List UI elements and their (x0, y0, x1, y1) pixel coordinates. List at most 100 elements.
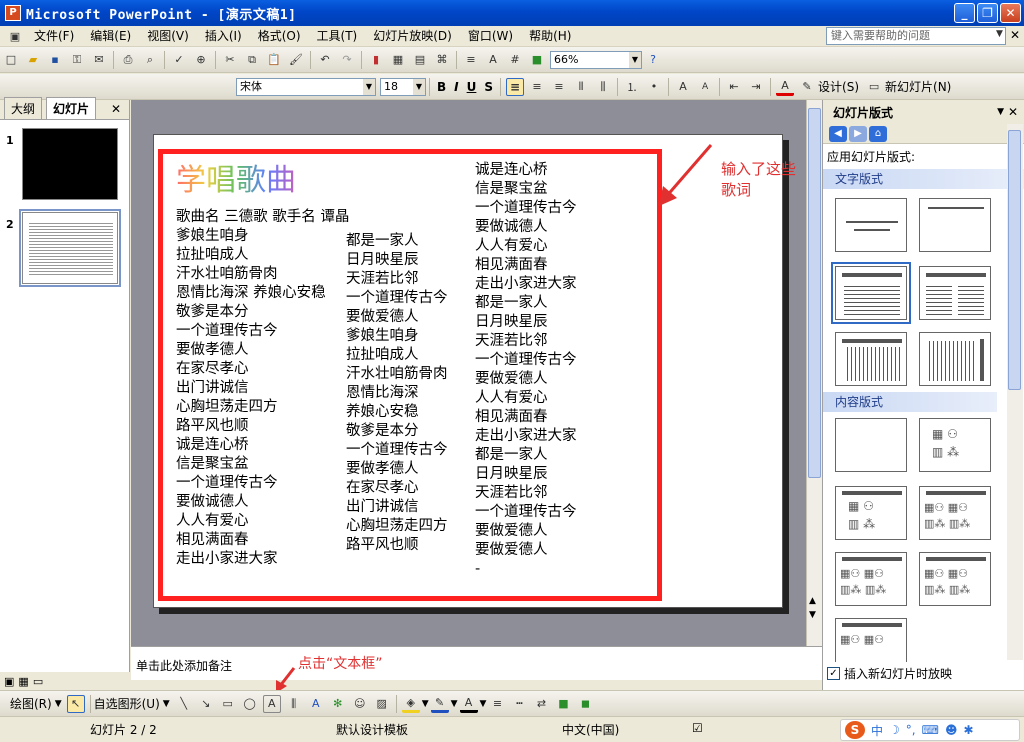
close-button[interactable]: ✕ (1000, 3, 1021, 23)
prev-slide-icon[interactable]: ▲ (809, 596, 816, 606)
help-search-input[interactable]: 键入需要帮助的问题 (826, 27, 1006, 45)
menu-window[interactable]: 窗口(W) (460, 26, 521, 47)
pane-close-icon[interactable]: ✕ (111, 102, 121, 116)
print-preview-icon[interactable]: ⌕ (141, 51, 159, 69)
layout-title-content[interactable]: ▦ ⚇ ▥ ⁂ (835, 486, 907, 540)
show-formatting-icon[interactable]: A (484, 51, 502, 69)
paste-icon[interactable]: 📋 (265, 51, 283, 69)
menu-slideshow[interactable]: 幻灯片放映(D) (365, 26, 460, 47)
distribute-icon[interactable]: ⫴ (572, 78, 590, 96)
sogou-ime-icon[interactable]: S (845, 721, 865, 739)
wordart-icon[interactable]: A (307, 695, 325, 713)
shadow-button[interactable]: S (480, 80, 497, 94)
slide-thumbnail-1[interactable] (22, 128, 118, 200)
layout-title-content-text[interactable]: ▦⚇ ▦⚇ ▥⁂ ▥⁂ (835, 552, 907, 606)
zoom-select[interactable]: 66% ▼ (550, 50, 642, 69)
text-direction-icon[interactable]: ⫼ (594, 78, 612, 96)
task-pane-dropdown-icon[interactable]: ▼ (997, 107, 1004, 117)
layout-title-slide[interactable] (835, 198, 907, 252)
decrease-font-icon[interactable]: A (696, 78, 714, 96)
tab-slides[interactable]: 幻灯片 (46, 97, 97, 119)
draw-dropdown-icon[interactable]: ▼ (55, 699, 62, 709)
design-button[interactable]: 设计(S) (818, 78, 859, 95)
text-color-icon[interactable]: A (459, 695, 478, 713)
layout-title-four-content[interactable]: ▦⚇ ▦⚇ ▥⁂ ▥⁂ (919, 552, 991, 606)
menu-insert[interactable]: 插入(I) (197, 26, 250, 47)
permission-icon[interactable]: ⚿ (68, 51, 86, 69)
help-icon[interactable]: ? (644, 51, 662, 69)
diagram-icon[interactable]: ✻ (329, 695, 347, 713)
slide-sorter-icon[interactable]: ▦ (18, 675, 28, 688)
help-dropdown-icon[interactable]: ▼ (996, 29, 1006, 39)
email-icon[interactable]: ✉ (90, 51, 108, 69)
fill-color-icon[interactable]: ◈ (401, 695, 420, 713)
insert-table-icon[interactable]: ▦ (389, 51, 407, 69)
design-icon[interactable]: ✎ (798, 78, 816, 96)
increase-font-icon[interactable]: A (674, 78, 692, 96)
scroll-thumb[interactable] (808, 108, 821, 478)
task-pane-close-icon[interactable]: ✕ (1008, 105, 1018, 119)
line-color-dropdown-icon[interactable]: ▼ (451, 699, 458, 709)
new-slide-icon[interactable]: ▭ (865, 78, 883, 96)
expand-all-icon[interactable]: ≡ (462, 51, 480, 69)
font-color-icon[interactable]: A (776, 78, 795, 96)
layout-title-two-content[interactable]: ▦⚇ ▦⚇ ▥⁂ ▥⁂ (919, 486, 991, 540)
line-style-icon[interactable]: ≡ (488, 695, 506, 713)
home-icon[interactable]: ⌂ (869, 125, 887, 142)
task-pane-scrollbar[interactable] (1007, 124, 1023, 660)
dash-style-icon[interactable]: ┅ (510, 695, 528, 713)
align-center-icon[interactable]: ≡ (528, 78, 546, 96)
insert-chart-icon[interactable]: ▮ (367, 51, 385, 69)
print-icon[interactable]: ⎙ (119, 51, 137, 69)
text-color-dropdown-icon[interactable]: ▼ (480, 699, 487, 709)
undo-icon[interactable]: ↶ (316, 51, 334, 69)
font-select[interactable]: 宋体 ▼ (236, 77, 376, 96)
forward-icon[interactable]: ▶ (849, 125, 867, 142)
picture-icon[interactable]: ▨ (373, 695, 391, 713)
copy-icon[interactable]: ⧉ (243, 51, 261, 69)
save-icon[interactable]: ▪ (46, 51, 64, 69)
decrease-indent-icon[interactable]: ⇤ (725, 78, 743, 96)
arrow-style-icon[interactable]: ⇄ (532, 695, 550, 713)
restore-button[interactable]: ❐ (977, 3, 998, 23)
layout-two-column-text[interactable] (919, 266, 991, 320)
user-icon[interactable]: ☻ (945, 723, 958, 737)
rectangle-icon[interactable]: ▭ (219, 695, 237, 713)
open-icon[interactable]: ▰ (24, 51, 42, 69)
textbox-icon[interactable]: A (262, 694, 281, 713)
show-on-insert-checkbox[interactable]: ✓ (827, 667, 840, 680)
draw-menu-button[interactable]: 绘图(R) (10, 695, 52, 712)
new-icon[interactable]: □ (2, 51, 20, 69)
3d-style-icon[interactable]: ◼ (576, 695, 594, 713)
oval-icon[interactable]: ◯ (241, 695, 259, 713)
increase-indent-icon[interactable]: ⇥ (747, 78, 765, 96)
normal-view-icon[interactable]: ▣ (4, 675, 14, 688)
clipart-icon[interactable]: ☺ (351, 695, 369, 713)
autoshapes-dropdown-icon[interactable]: ▼ (163, 699, 170, 709)
tables-borders-icon[interactable]: ▤ (411, 51, 429, 69)
layout-title-only[interactable] (919, 198, 991, 252)
slide-vertical-scrollbar[interactable]: ▲ ▼ (806, 100, 822, 646)
color-grayscale-icon[interactable]: ■ (528, 51, 546, 69)
menu-view[interactable]: 视图(V) (139, 26, 197, 47)
size-dropdown-icon[interactable]: ▼ (413, 78, 425, 95)
vertical-textbox-icon[interactable]: ⫼ (285, 695, 303, 713)
notes-pane[interactable]: 单击此处添加备注 (131, 646, 822, 680)
show-on-insert-option[interactable]: ✓ 插入新幻灯片时放映 (827, 665, 952, 682)
layout-content[interactable]: ▦ ⚇ ▥ ⁂ (919, 418, 991, 472)
arrow-icon[interactable]: ↘ (197, 695, 215, 713)
punctuation-icon[interactable]: °, (906, 723, 916, 737)
minimize-button[interactable]: _ (954, 3, 975, 23)
lyrics-column-3[interactable]: 诚是连心桥 信是聚宝盆 一个道理传古今 要做诚德人 人人有爱心 相见满面春 走出小家进大家都… (475, 161, 577, 579)
back-icon[interactable]: ◀ (829, 125, 847, 142)
powerpoint-app-icon[interactable]: P (5, 5, 21, 21)
layout-blank[interactable] (835, 418, 907, 472)
ime-mode-label[interactable]: 中 (871, 722, 883, 739)
bullets-icon[interactable]: • (645, 78, 663, 96)
insert-hyperlink-icon[interactable]: ⌘ (433, 51, 451, 69)
tab-outline[interactable]: 大纲 (4, 97, 43, 119)
slideshow-view-icon[interactable]: ▭ (33, 675, 43, 688)
redo-icon[interactable]: ↷ (338, 51, 356, 69)
slide-wordart-title[interactable]: 学唱歌曲 (176, 155, 296, 199)
research-icon[interactable]: ⊕ (192, 51, 210, 69)
